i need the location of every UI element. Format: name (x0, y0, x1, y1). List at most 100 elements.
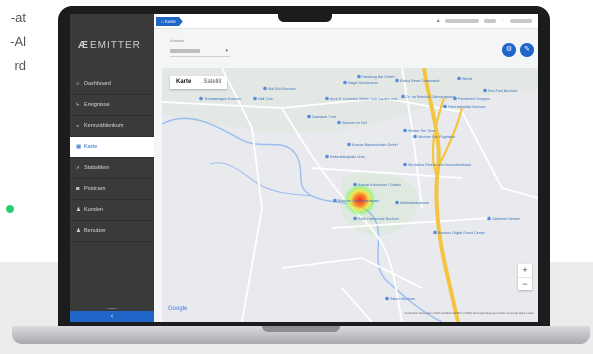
map-type-tabs: Karte Satellit (170, 76, 228, 89)
edit-button[interactable]: ✎ (520, 43, 534, 57)
sidebar-item-label: Ereignisse (84, 102, 110, 108)
user-icon: ♟ (76, 207, 81, 213)
laptop-screen: ÆEMITTER ⌂ Dashboard ϟ Ereignisse ◒ Kennzähle… (70, 14, 538, 322)
sidebar-item-label: Benutzer (84, 228, 107, 234)
car-icon: ◒ (76, 123, 80, 129)
sidebar-item-kunden[interactable]: ♟ Kunden (70, 200, 154, 221)
map-label[interactable]: Wichner Der Flughafen (418, 135, 455, 139)
zoom-in-button[interactable]: + (518, 264, 532, 277)
zoom-controls: + − (518, 264, 532, 290)
tab-map[interactable]: Karte (170, 76, 197, 89)
map-label[interactable]: Dachauer Trott (312, 115, 336, 119)
sidebar-item-karte[interactable]: ▦ Karte (70, 137, 154, 158)
map-pin-icon[interactable] (395, 78, 399, 83)
map-label[interactable]: Aura H. Dominick Wolter Golf Garden und.… (330, 97, 400, 101)
map-label[interactable]: Nagel-Schutzraum (348, 81, 378, 85)
map-pin-icon[interactable] (401, 94, 405, 99)
map-label[interactable]: Tennisanlagen Bochum (204, 97, 241, 101)
map-icon: ▦ (76, 144, 82, 150)
map-pin-icon[interactable] (325, 154, 329, 159)
filter-label: Kunden (170, 38, 184, 43)
map-label[interactable]: Gärtnerei Gerster (492, 217, 521, 221)
map-pin-icon[interactable] (337, 120, 341, 125)
map-pin-icon[interactable] (263, 86, 267, 91)
map-label[interactable]: RAM Fahrschule Bochum (358, 217, 399, 221)
sidebar-item-postcam[interactable]: ◙ Postcam (70, 179, 154, 200)
side-marketing-text: at- Al- rd (0, 6, 26, 78)
map-pin-icon[interactable] (453, 96, 457, 101)
breadcrumb[interactable]: ⌂ Karte (156, 17, 183, 26)
map-label[interactable]: Wohlstandsräume (400, 201, 429, 205)
sidebar-item-ereignisse[interactable]: ϟ Ereignisse (70, 95, 154, 116)
map-pin-icon[interactable] (403, 162, 407, 167)
map-label[interactable]: Reiterstandplatz Urba (330, 155, 365, 159)
account-menu-redacted[interactable] (510, 18, 532, 23)
map-pin-icon[interactable] (333, 198, 337, 203)
map-pin-icon[interactable] (403, 128, 407, 133)
sidebar-item-label: Dashboard (84, 81, 111, 87)
map-pin-icon[interactable] (353, 182, 357, 187)
settings-button[interactable]: ⚙ (502, 43, 516, 57)
map-pin-icon[interactable] (343, 80, 347, 85)
selected-customer-redacted (170, 48, 200, 53)
language-selector-redacted[interactable] (484, 18, 496, 23)
green-dot-icon (6, 205, 14, 213)
customer-select[interactable]: ▾ (170, 45, 230, 57)
map-label[interactable]: Bochum Digital Grund Center (438, 231, 486, 235)
map-label[interactable]: Red Fruit Bochum (488, 89, 517, 93)
more-icon[interactable]: ⋮ (501, 18, 505, 23)
top-user-area: ♟ ⋮ (436, 18, 532, 23)
laptop-groove (262, 326, 340, 332)
zoom-out-button[interactable]: − (518, 277, 532, 290)
map-pin-icon[interactable] (307, 114, 311, 119)
map-view[interactable]: Hamburg Bar GmbH Nagel-Schutzraum Edeka Re… (162, 68, 538, 322)
chevron-left-icon: ‹ (110, 313, 114, 320)
map-canvas[interactable]: Hamburg Bar GmbH Nagel-Schutzraum Edeka Re… (162, 68, 538, 322)
map-label[interactable]: Wo Aktiva Fitness und Gesundheitsclub (408, 163, 471, 167)
caret-down-icon: ▾ (225, 48, 228, 54)
map-pin-icon[interactable] (487, 216, 491, 221)
sidebar-collapse-button[interactable]: ‹ (70, 311, 154, 322)
map-pin-icon[interactable] (433, 230, 437, 235)
map-pin-icon[interactable] (385, 296, 389, 301)
product-stage: at- Al- rd ÆEMITTER ⌂ Dashboard ϟ Ereigniss… (0, 0, 593, 354)
map-label[interactable]: Kramer Baumschulen GmbH (352, 143, 398, 147)
map-label[interactable]: Edeka Rewe Sustomarkt (400, 79, 440, 83)
map-pin-icon[interactable] (483, 88, 487, 93)
map-label[interactable]: Bochum Gesundheitspark (338, 199, 380, 203)
map-pin-icon[interactable] (353, 216, 357, 221)
sidebar-item-label: Karte (84, 144, 98, 150)
side-text-line: at- (10, 10, 26, 25)
home-icon: ⌂ (76, 81, 80, 87)
map-attribution[interactable]: Kurzbefehle Kartendaten ©2023 GeoBasis-D… (405, 312, 534, 315)
map-label[interactable]: Kolmar Arboretum / Garten (358, 183, 401, 187)
map-label[interactable]: Fahrradtraditio Bochum (448, 105, 486, 109)
map-label[interactable]: Aldi Süd Bochum (268, 87, 296, 91)
tab-satellite[interactable]: Satellit (197, 76, 227, 89)
gear-icon: ⚙ (505, 46, 513, 53)
map-pin-icon[interactable] (395, 200, 399, 205)
map-pin-icon[interactable] (443, 104, 447, 109)
map-label[interactable]: Dr. Ira Reinhold Zahnarztpraxis (406, 95, 456, 99)
map-label[interactable]: Fensterhof Gruppen (458, 97, 490, 101)
map-pin-icon[interactable] (253, 96, 257, 101)
map-pin-icon[interactable] (347, 142, 351, 147)
sidebar-item-benutzer[interactable]: ♟ Benutzer (70, 221, 154, 242)
map-pin-icon[interactable] (199, 96, 203, 101)
sidebar-item-kennzählenkum[interactable]: ◒ Kennzählenkum (70, 116, 154, 137)
map-pin-icon[interactable] (357, 74, 361, 79)
sidebar-item-statistiken[interactable]: ⩘ Statistiken (70, 158, 154, 179)
pencil-icon: ✎ (524, 46, 530, 53)
map-label[interactable]: Wohnen im Hof (342, 121, 367, 125)
map-pin-icon[interactable] (325, 96, 329, 101)
map-label[interactable]: Wieder Tier Tiere (408, 129, 435, 133)
map-label[interactable]: Hamburg Bar GmbH (362, 75, 395, 79)
user-icon[interactable]: ♟ (436, 18, 440, 23)
map-pin-icon[interactable] (413, 134, 417, 139)
map-label[interactable]: Wendt (462, 77, 472, 81)
map-label[interactable]: Saturn Bochum (390, 297, 415, 301)
sidebar-item-dashboard[interactable]: ⌂ Dashboard (70, 74, 154, 95)
emitter-logo-icon: Æ (78, 40, 89, 51)
map-label[interactable]: Hall Club (258, 97, 273, 101)
map-pin-icon[interactable] (457, 76, 461, 81)
